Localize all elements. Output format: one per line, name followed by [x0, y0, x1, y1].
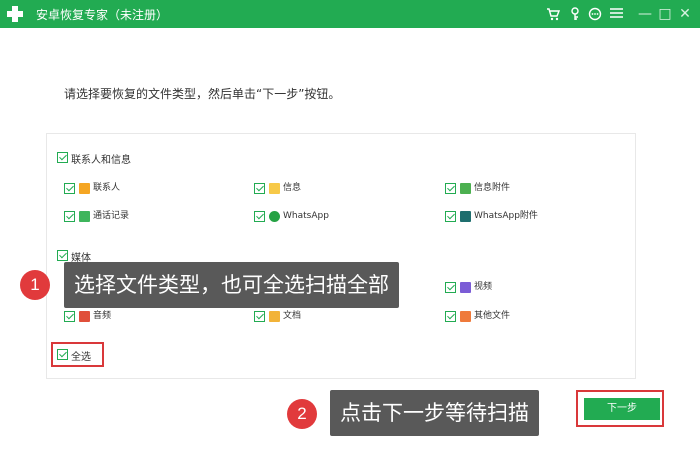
option-message-attachments[interactable]: 信息附件	[445, 182, 565, 196]
menu-icon[interactable]	[607, 4, 625, 24]
option-call-log[interactable]: 通话记录	[64, 210, 184, 224]
attachment-icon	[460, 183, 471, 194]
instruction-text: 请选择要恢复的文件类型，然后单击“下一步”按钮。	[64, 87, 341, 101]
key-icon[interactable]	[566, 4, 584, 24]
option-label: 信息附件	[474, 183, 511, 193]
title-bar: 安卓恢复专家（未注册） — □ ✕	[0, 0, 700, 28]
minimize-button[interactable]: —	[636, 4, 654, 24]
video-icon	[460, 282, 471, 293]
chat-icon[interactable]	[586, 4, 604, 24]
contact-icon	[79, 183, 90, 194]
option-label: 联系人	[93, 183, 121, 193]
option-messages[interactable]: 信息	[254, 182, 374, 196]
option-audio[interactable]: 音频	[64, 310, 164, 324]
message-icon	[269, 183, 280, 194]
call-log-icon	[79, 211, 90, 222]
cart-icon[interactable]	[544, 4, 562, 24]
select-all-label[interactable]: 全选	[71, 348, 91, 363]
option-label: 音频	[93, 311, 112, 321]
document-icon	[269, 311, 280, 322]
checkbox[interactable]	[445, 211, 456, 222]
option-whatsapp[interactable]: WhatsApp	[254, 210, 374, 224]
group-label-contacts: 联系人和信息	[71, 155, 131, 166]
option-contacts[interactable]: 联系人	[64, 182, 184, 196]
step-2-badge: 2	[287, 399, 317, 429]
step-1-label: 选择文件类型，也可全选扫描全部	[64, 262, 399, 308]
window-title: 安卓恢复专家（未注册）	[36, 8, 169, 22]
checkbox[interactable]	[445, 183, 456, 194]
option-whatsapp-attachments[interactable]: WhatsApp附件	[445, 210, 575, 224]
whatsapp-icon	[269, 211, 280, 222]
option-label: 通话记录	[93, 211, 130, 221]
checkbox[interactable]	[254, 211, 265, 222]
checkbox[interactable]	[64, 311, 75, 322]
option-label: WhatsApp	[283, 211, 329, 221]
option-other-files[interactable]: 其他文件	[445, 310, 555, 324]
other-file-icon	[460, 311, 471, 322]
option-documents[interactable]: 文档	[254, 310, 354, 324]
group-checkbox-contacts[interactable]	[57, 152, 68, 163]
file-type-panel	[46, 133, 636, 379]
select-all-checkbox[interactable]	[57, 349, 68, 360]
option-video[interactable]: 视频	[445, 281, 545, 295]
option-label: 视频	[474, 282, 493, 292]
step-2-label: 点击下一步等待扫描	[330, 390, 539, 436]
option-label: WhatsApp附件	[474, 211, 538, 221]
option-label: 其他文件	[474, 311, 511, 321]
checkbox[interactable]	[64, 211, 75, 222]
maximize-button[interactable]: □	[656, 4, 674, 24]
app-logo-icon	[5, 4, 25, 24]
step-1-badge: 1	[20, 270, 50, 300]
checkbox[interactable]	[64, 183, 75, 194]
whatsapp-attachment-icon	[460, 211, 471, 222]
checkbox[interactable]	[254, 311, 265, 322]
group-checkbox-media[interactable]	[57, 250, 68, 261]
checkbox[interactable]	[445, 311, 456, 322]
next-button[interactable]: 下一步	[584, 398, 660, 420]
checkbox[interactable]	[254, 183, 265, 194]
option-label: 文档	[283, 311, 302, 321]
option-label: 信息	[283, 183, 302, 193]
checkbox[interactable]	[445, 282, 456, 293]
close-button[interactable]: ✕	[676, 4, 694, 24]
audio-icon	[79, 311, 90, 322]
